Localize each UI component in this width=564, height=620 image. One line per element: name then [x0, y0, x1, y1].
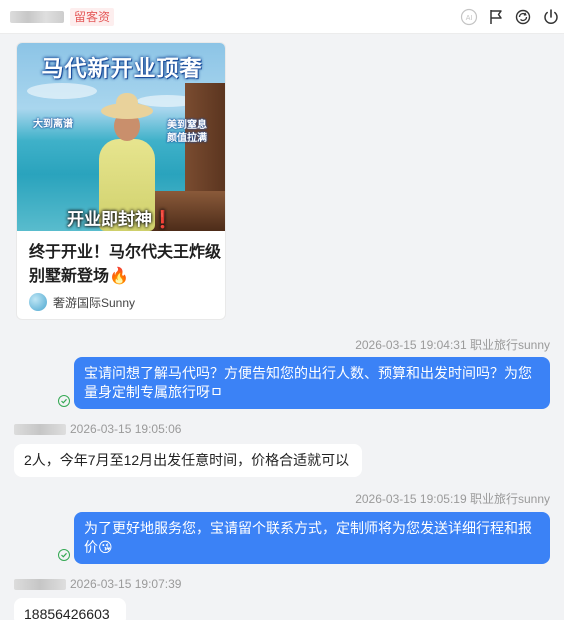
outgoing-message-bubble[interactable]: 为了更好地服务您，宝请留个联系方式，定制师将为您发送详细行程和报价😘: [74, 512, 550, 564]
power-icon[interactable]: [542, 8, 560, 26]
message-meta: 2026-03-15 19:07:39: [14, 577, 181, 591]
cover-bottom-text: 开业即封神❗: [67, 210, 174, 229]
avatar: [29, 293, 47, 311]
incoming-message-bubble[interactable]: 2人，今年7月至12月出发任意时间，价格合适就可以: [14, 444, 362, 477]
article-card[interactable]: 马代新开业顶奢 大到离谱 美到窒息 颜值拉满 开业即封神❗ 终于开业！马尔代夫王…: [16, 42, 226, 320]
flag-icon[interactable]: [487, 8, 505, 26]
ai-icon[interactable]: AI: [460, 8, 478, 26]
message-timestamp: 2026-03-15 19:05:19 职业旅行sunny: [355, 492, 550, 506]
message-timestamp: 2026-03-15 19:04:31 职业旅行sunny: [355, 338, 550, 352]
outgoing-message-bubble[interactable]: 宝请问想了解马代吗？方便告知您的出行人数、预算和出发时间吗？为您量身定制专属旅行…: [74, 357, 550, 409]
sender-name-blurred: [14, 423, 66, 435]
incoming-message-bubble[interactable]: 18856426603: [14, 598, 126, 620]
chat-header: 留客资 AI: [0, 0, 564, 34]
message-timestamp: 2026-03-15 19:07:39: [70, 577, 182, 591]
cover-right-text: 美到窒息 颜值拉满: [167, 120, 207, 144]
read-check-icon: [58, 395, 70, 407]
transfer-icon[interactable]: [514, 8, 532, 26]
read-check-icon: [58, 549, 70, 561]
author-name: 奢游国际Sunny: [53, 295, 136, 310]
svg-text:AI: AI: [466, 15, 473, 22]
message-timestamp: 2026-03-15 19:05:06: [70, 422, 182, 436]
message-meta: 2026-03-15 19:05:06: [14, 422, 181, 436]
cover-headline: 马代新开业顶奢: [41, 56, 203, 81]
lead-tag[interactable]: 留客资: [70, 8, 115, 26]
article-author: 奢游国际Sunny: [29, 292, 135, 312]
article-title: 终于开业！马尔代夫王炸级别墅新登场🔥: [29, 244, 222, 285]
customer-name-blurred: [10, 11, 64, 23]
sender-name-blurred: [14, 578, 66, 590]
cover-left-text: 大到离谱: [33, 119, 73, 130]
article-cover-image: 马代新开业顶奢 大到离谱 美到窒息 颜值拉满 开业即封神❗: [17, 43, 225, 231]
